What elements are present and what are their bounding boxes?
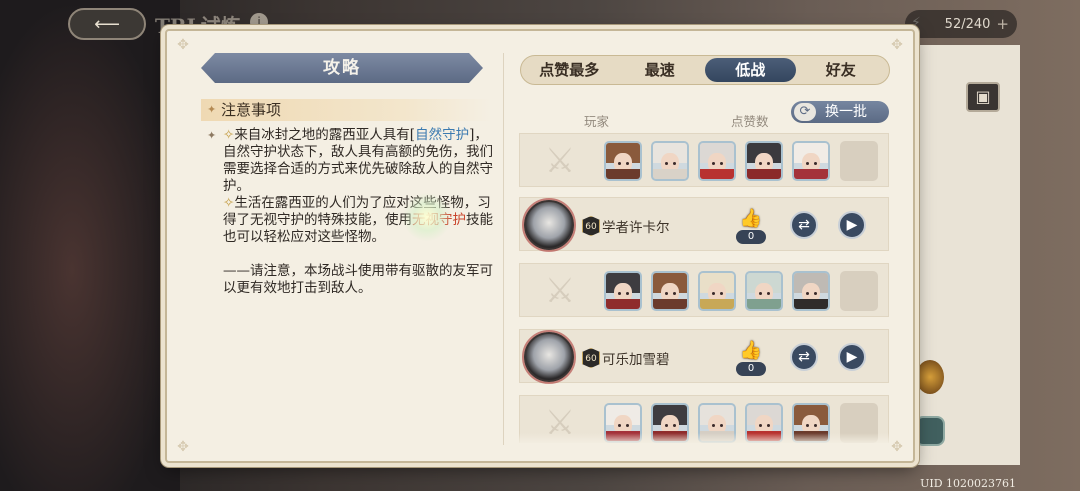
- hero-portrait[interactable]: [745, 271, 783, 311]
- notes-title: 注意事项: [221, 101, 282, 119]
- hero-portrait[interactable]: [745, 141, 783, 181]
- notes-header: ✦ 注意事项: [201, 99, 491, 121]
- sword-emblem-icon: ⚔: [544, 271, 576, 311]
- team-heroes-row: ⚔: [519, 133, 889, 187]
- uid-label: UID 1020023761: [920, 477, 1016, 490]
- level-badge: 60: [582, 348, 600, 368]
- corner-ornament-icon: ✥: [891, 439, 903, 455]
- list-fade: [519, 433, 889, 445]
- like-count: 0: [736, 362, 766, 376]
- tab-low-power[interactable]: 低战: [705, 58, 796, 82]
- note-paragraph: ✧来自冰封之地的露西亚人具有[自然守护]，自然守护状态下，敌人具有高额的免伤，我…: [223, 127, 493, 194]
- stamina-counter[interactable]: ⚡ 52/240 +: [905, 10, 1017, 38]
- team-heroes-row: ⚔: [519, 263, 889, 317]
- panel-divider: [503, 53, 504, 445]
- hero-portrait[interactable]: [651, 271, 689, 311]
- back-button[interactable]: ⟵: [68, 8, 146, 40]
- hero-portrait[interactable]: [698, 271, 736, 311]
- filter-tabs: 点赞最多 最速 低战 好友: [520, 55, 890, 85]
- team-list: ⚔ 60 学者许卡尔 👍 0 ⇄ ▶ ⚔ 60 可乐加雪碧 👍 0 ⇄ ▶ ⚔: [519, 125, 889, 443]
- player-avatar[interactable]: [522, 198, 576, 252]
- swap-icon: ⇄: [798, 217, 810, 233]
- player-name: 学者许卡尔: [602, 220, 670, 236]
- player-avatar[interactable]: [522, 330, 576, 384]
- like-count: 0: [736, 230, 766, 244]
- refresh-icon: ⟳: [794, 103, 816, 121]
- note-paragraph: ✧生活在露西亚的人们为了应对这些怪物，习得了无视守护的特殊技能，使用无视守护技能…: [223, 195, 493, 245]
- empty-slot: [840, 271, 878, 311]
- like-button[interactable]: 👍 0: [736, 342, 766, 376]
- diamond-icon: ✦: [207, 103, 217, 116]
- play-replay-button[interactable]: ▶: [838, 343, 866, 371]
- scene-art: [0, 0, 180, 491]
- hero-portrait[interactable]: [604, 271, 642, 311]
- guide-title: 攻略: [201, 53, 483, 83]
- back-arrow-icon: ⟵: [94, 13, 120, 35]
- empty-slot: [840, 141, 878, 181]
- player-row[interactable]: 60 可乐加雪碧 👍 0 ⇄ ▶: [519, 329, 889, 384]
- hero-portrait[interactable]: [651, 141, 689, 181]
- note-paragraph: ——请注意，本场战斗使用带有驱散的友军可以更有效地打击到敌人。: [223, 263, 493, 296]
- sword-emblem-icon: ⚔: [544, 141, 576, 181]
- like-button[interactable]: 👍 0: [736, 210, 766, 244]
- add-stamina-button[interactable]: +: [996, 15, 1009, 33]
- play-replay-button[interactable]: ▶: [838, 211, 866, 239]
- corner-ornament-icon: ✥: [177, 439, 189, 455]
- apply-team-button[interactable]: ⇄: [790, 343, 818, 371]
- player-name: 可乐加雪碧: [602, 352, 670, 368]
- play-icon: ▶: [846, 217, 858, 233]
- corner-ornament-icon: ✥: [177, 37, 189, 53]
- refresh-label: 换一批: [825, 104, 867, 120]
- notes-body: ✦ ✧来自冰封之地的露西亚人具有[自然守护]，自然守护状态下，敌人具有高额的免伤…: [207, 127, 497, 297]
- strategy-modal: ✥ ✥ ✥ ✥ 攻略 ✦ 注意事项 ✦ ✧来自冰封之地的露西亚人具有[自然守护]…: [165, 29, 915, 463]
- tab-friends[interactable]: 好友: [796, 58, 887, 82]
- tab-fastest[interactable]: 最速: [615, 58, 706, 82]
- stamina-value: 52/240: [944, 16, 991, 32]
- tab-most-liked[interactable]: 点赞最多: [524, 58, 615, 82]
- player-row[interactable]: 60 学者许卡尔 👍 0 ⇄ ▶: [519, 197, 889, 252]
- sparkle-icon: ✧: [223, 195, 235, 211]
- corner-ornament-icon: ✥: [891, 37, 903, 53]
- hero-portrait[interactable]: [698, 141, 736, 181]
- refresh-button[interactable]: ⟳ 换一批: [791, 101, 889, 123]
- apply-team-button[interactable]: ⇄: [790, 211, 818, 239]
- book-icon[interactable]: ▣: [966, 82, 1000, 112]
- hero-portrait[interactable]: [792, 141, 830, 181]
- level-badge: 60: [582, 216, 600, 236]
- play-icon: ▶: [846, 349, 858, 365]
- swap-icon: ⇄: [798, 349, 810, 365]
- side-action-button[interactable]: [915, 416, 945, 446]
- thumbs-up-icon: 👍: [739, 340, 763, 361]
- hero-portrait[interactable]: [604, 141, 642, 181]
- sparkle-icon: ✧: [223, 127, 235, 143]
- hero-portrait[interactable]: [792, 271, 830, 311]
- bullet-icon: ✦: [207, 129, 217, 142]
- reward-badge-icon[interactable]: [916, 360, 944, 394]
- thumbs-up-icon: 👍: [739, 208, 763, 229]
- touch-glow: [403, 193, 451, 241]
- keyword-natural-guard: 自然守护: [415, 127, 470, 143]
